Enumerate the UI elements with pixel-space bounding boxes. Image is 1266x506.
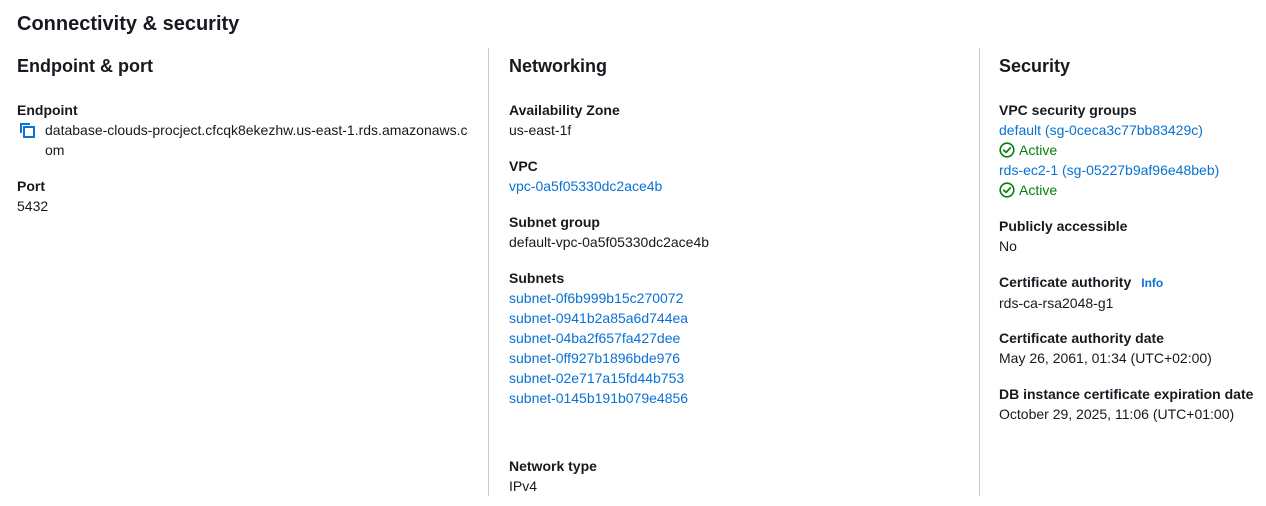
- certificate-expiration-value: October 29, 2025, 11:06 (UTC+01:00): [999, 406, 1235, 422]
- availability-zone-label: Availability Zone: [509, 102, 620, 118]
- subnets-label: Subnets: [509, 270, 565, 286]
- info-link[interactable]: Info: [1141, 276, 1163, 290]
- subnet-link[interactable]: subnet-0941b2a85a6d744ea: [509, 308, 688, 328]
- security-column: Security VPC security groups default (sg…: [979, 48, 1266, 496]
- vpc-security-groups-label: VPC security groups: [999, 102, 1137, 118]
- security-group-link[interactable]: rds-ec2-1 (sg-05227b9af96e48beb): [999, 160, 1219, 180]
- network-type-label: Network type: [509, 458, 597, 474]
- security-group-link[interactable]: default (sg-0ceca3c77bb83429c): [999, 120, 1219, 140]
- port-value: 5432: [17, 198, 49, 214]
- network-type-field: Network type IPv4: [509, 456, 597, 496]
- vpc-link[interactable]: vpc-0a5f05330dc2ace4b: [509, 176, 662, 196]
- endpoint-row: database-clouds-procject.cfcqk8ekezhw.us…: [17, 120, 475, 160]
- availability-zone-field: Availability Zone us-east-1f: [509, 100, 620, 140]
- copy-icon[interactable]: [17, 120, 37, 140]
- status-badge: Active: [999, 140, 1219, 160]
- subnet-link[interactable]: subnet-02e717a15fd44b753: [509, 368, 688, 388]
- subnet-group-label: Subnet group: [509, 214, 600, 230]
- endpoint-label: Endpoint: [17, 102, 78, 118]
- vpc-field: VPC vpc-0a5f05330dc2ace4b: [509, 156, 662, 196]
- subnet-group-field: Subnet group default-vpc-0a5f05330dc2ace…: [509, 212, 709, 252]
- publicly-accessible-value: No: [999, 238, 1017, 254]
- certificate-authority-label: Certificate authority: [999, 274, 1132, 290]
- security-heading: Security: [999, 56, 1071, 76]
- port-label: Port: [17, 178, 45, 194]
- certificate-authority-date-value: May 26, 2061, 01:34 (UTC+02:00): [999, 350, 1212, 366]
- status-badge: Active: [999, 180, 1219, 200]
- endpoint-field: Endpoint database-clouds-procject.cfcqk8…: [17, 100, 475, 160]
- vpc-security-groups-field: VPC security groups default (sg-0ceca3c7…: [999, 100, 1219, 200]
- endpoint-port-column: Endpoint & port Endpoint database-clouds…: [17, 48, 487, 496]
- certificate-authority-date-field: Certificate authority date May 26, 2061,…: [999, 328, 1212, 368]
- networking-heading: Networking: [509, 56, 608, 76]
- subnet-link[interactable]: subnet-0f6b999b15c270072: [509, 288, 688, 308]
- page-title: Connectivity & security: [17, 13, 240, 35]
- subnet-link[interactable]: subnet-0ff927b1896bde976: [509, 348, 688, 368]
- networking-column: Networking Availability Zone us-east-1f …: [488, 48, 978, 496]
- certificate-authority-label-row: Certificate authority Info: [999, 272, 1163, 293]
- endpoint-value: database-clouds-procject.cfcqk8ekezhw.us…: [45, 122, 468, 158]
- subnet-link[interactable]: subnet-04ba2f657fa427dee: [509, 328, 688, 348]
- publicly-accessible-label: Publicly accessible: [999, 218, 1128, 234]
- certificate-authority-date-label: Certificate authority date: [999, 330, 1164, 346]
- status-text: Active: [1019, 142, 1058, 158]
- certificate-authority-field: Certificate authority Info rds-ca-rsa2048…: [999, 272, 1163, 313]
- port-field: Port 5432: [17, 176, 48, 216]
- certificate-expiration-field: DB instance certificate expiration date …: [999, 384, 1253, 424]
- certificate-authority-value: rds-ca-rsa2048-g1: [999, 295, 1114, 311]
- network-type-value: IPv4: [509, 478, 538, 494]
- status-text: Active: [1019, 182, 1058, 198]
- check-circle-icon: [999, 142, 1015, 158]
- subnet-link[interactable]: subnet-0145b191b079e4856: [509, 388, 688, 408]
- subnets-field: Subnets subnet-0f6b999b15c270072 subnet-…: [509, 268, 688, 408]
- endpoint-port-heading: Endpoint & port: [17, 56, 153, 76]
- publicly-accessible-field: Publicly accessible No: [999, 216, 1127, 256]
- check-circle-icon: [999, 182, 1015, 198]
- subnet-group-value: default-vpc-0a5f05330dc2ace4b: [509, 234, 710, 250]
- vpc-label: VPC: [509, 158, 538, 174]
- certificate-expiration-label: DB instance certificate expiration date: [999, 386, 1254, 402]
- availability-zone-value: us-east-1f: [509, 122, 572, 138]
